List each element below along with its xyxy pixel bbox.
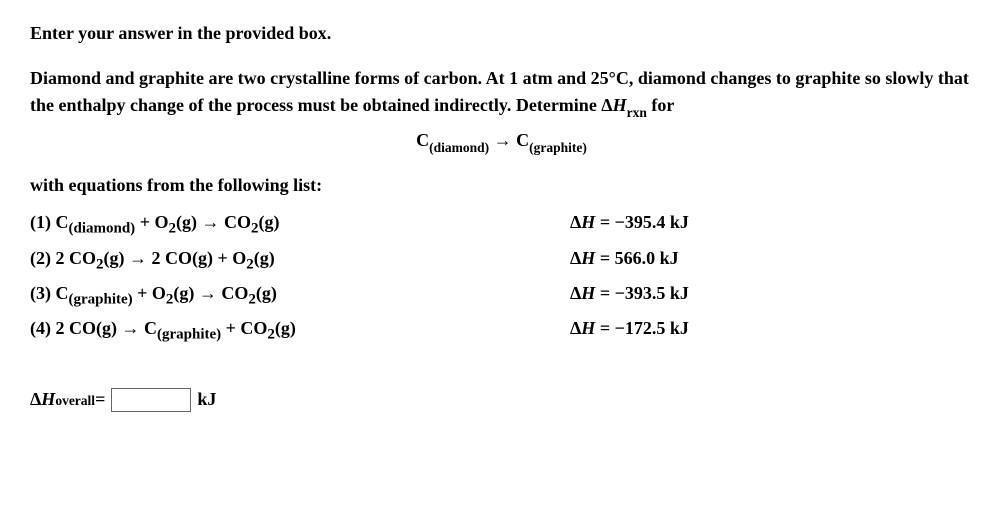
target-left-sub: (diamond)	[429, 140, 489, 155]
answer-input[interactable]	[111, 388, 191, 412]
equation-list: (1) C(diamond) + O2(g) → CO2(g) ΔH = −39…	[30, 207, 973, 347]
target-left-c: C	[416, 130, 429, 150]
h-symbol: H	[613, 95, 627, 115]
instruction-text: Enter your answer in the provided box.	[30, 20, 973, 47]
answer-row: ΔHoverall = kJ	[30, 388, 973, 412]
rxn-subscript: rxn	[627, 105, 647, 120]
problem-text-part1: Diamond and graphite are two crystalline…	[30, 68, 969, 115]
problem-text-part2: for	[647, 95, 674, 115]
list-intro: with equations from the following list:	[30, 172, 973, 199]
target-right-c: C	[516, 130, 529, 150]
equation-3-dh: ΔH = −393.5 kJ	[570, 278, 973, 313]
equation-1-dh: ΔH = −395.4 kJ	[570, 207, 973, 242]
answer-equals: =	[95, 389, 105, 410]
equation-4-dh: ΔH = −172.5 kJ	[570, 313, 973, 348]
equation-row: (4) 2 CO(g) → C(graphite) + CO2(g) ΔH = …	[30, 313, 973, 348]
equation-2-dh: ΔH = 566.0 kJ	[570, 243, 973, 278]
target-right-sub: (graphite)	[529, 140, 587, 155]
equation-row: (3) C(graphite) + O2(g) → CO2(g) ΔH = −3…	[30, 278, 973, 313]
answer-unit: kJ	[197, 389, 216, 410]
equation-row: (2) 2 CO2(g) → 2 CO(g) + O2(g) ΔH = 566.…	[30, 243, 973, 278]
equation-4-left: (4) 2 CO(g) → C(graphite) + CO2(g)	[30, 313, 570, 348]
target-reaction: C(diamond) → C(graphite)	[30, 130, 973, 155]
problem-statement: Diamond and graphite are two crystalline…	[30, 65, 973, 122]
target-arrow: →	[489, 130, 516, 150]
answer-label: ΔH	[30, 389, 55, 410]
equation-3-left: (3) C(graphite) + O2(g) → CO2(g)	[30, 278, 570, 313]
equation-2-left: (2) 2 CO2(g) → 2 CO(g) + O2(g)	[30, 243, 570, 278]
equation-row: (1) C(diamond) + O2(g) → CO2(g) ΔH = −39…	[30, 207, 973, 242]
answer-subscript: overall	[55, 393, 95, 409]
equation-1-left: (1) C(diamond) + O2(g) → CO2(g)	[30, 207, 570, 242]
